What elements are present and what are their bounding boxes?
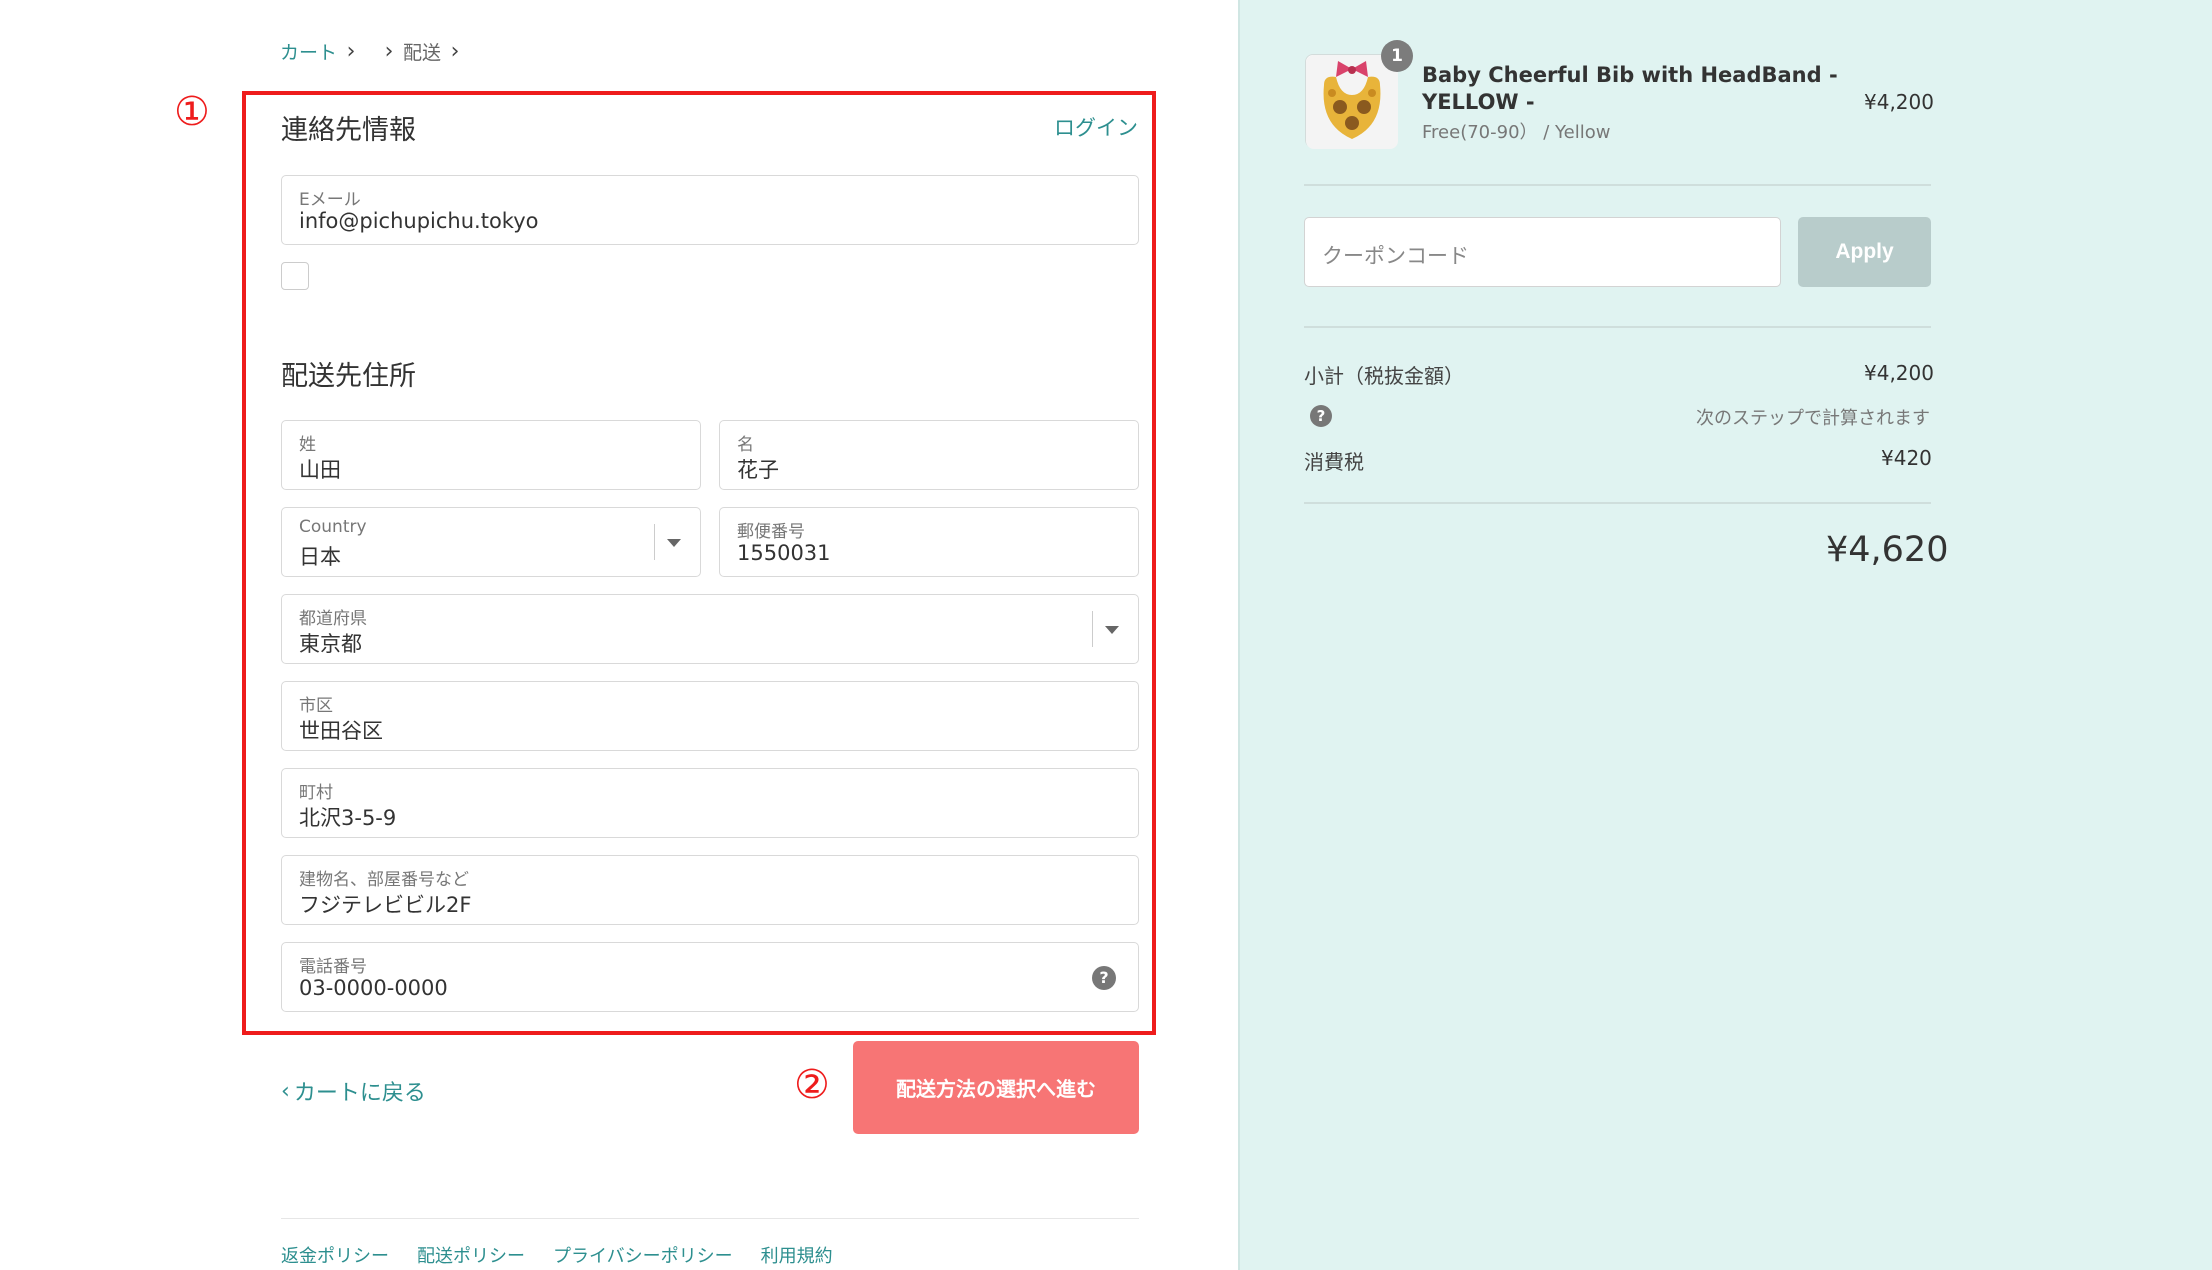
postal-code-value: 1550031 — [737, 541, 831, 565]
chevron-right-icon: › — [384, 39, 394, 64]
tax-value: ¥420 — [1881, 446, 1932, 470]
chevron-left-icon: ‹ — [281, 1078, 290, 1104]
postal-code-field[interactable]: 郵便番号 1550031 — [719, 507, 1139, 577]
privacy-policy-link[interactable]: プライバシーポリシー — [553, 1242, 733, 1268]
footer-divider — [281, 1218, 1139, 1219]
contact-section-title: 連絡先情報 — [281, 115, 416, 146]
email-label: Eメール — [299, 190, 361, 210]
town-field[interactable]: 町村 北沢3-5-9 — [281, 768, 1139, 838]
sidebar-divider — [1304, 502, 1931, 504]
last-name-value: 山田 — [299, 458, 341, 482]
bib-image — [1306, 55, 1398, 149]
terms-link[interactable]: 利用規約 — [761, 1242, 833, 1268]
refund-policy-link[interactable]: 返金ポリシー — [281, 1242, 389, 1268]
city-field[interactable]: 市区 世田谷区 — [281, 681, 1139, 751]
help-icon[interactable]: ? — [1092, 966, 1116, 990]
prefecture-value: 東京都 — [299, 632, 362, 656]
phone-label: 電話番号 — [299, 957, 367, 977]
back-to-cart-label: カートに戻る — [293, 1081, 426, 1106]
prefecture-label: 都道府県 — [299, 609, 367, 629]
chevron-right-icon: › — [450, 39, 460, 64]
apply-coupon-button[interactable]: Apply — [1798, 217, 1931, 287]
shipping-calculated-next-step: 次のステップで計算されます — [1696, 408, 1930, 429]
checkout-main: カート › › 配送 › ① 連絡先情報 ログイン Eメール info@pich… — [0, 0, 1238, 1270]
quantity-badge: 1 — [1381, 40, 1413, 72]
product-thumbnail — [1305, 54, 1398, 149]
email-field[interactable]: Eメール info@pichupichu.tokyo — [281, 175, 1139, 245]
help-icon[interactable]: ? — [1310, 405, 1332, 427]
chevron-down-icon — [667, 539, 681, 547]
last-name-field[interactable]: 姓 山田 — [281, 420, 701, 490]
first-name-value: 花子 — [737, 458, 779, 482]
subtotal-value: ¥4,200 — [1864, 361, 1934, 385]
town-value: 北沢3-5-9 — [299, 806, 397, 830]
product-name-line2: YELLOW - — [1422, 90, 1535, 114]
subtotal-label: 小計（税抜金額） — [1304, 364, 1464, 388]
breadcrumb: カート › › 配送 › — [280, 38, 469, 65]
email-value: info@pichupichu.tokyo — [299, 209, 539, 233]
login-link[interactable]: ログイン — [1054, 112, 1138, 142]
breadcrumb-cart-link[interactable]: カート — [280, 38, 337, 65]
footer-links: 返金ポリシー 配送ポリシー プライバシーポリシー 利用規約 — [281, 1242, 861, 1268]
country-label: Country — [299, 517, 367, 537]
building-value: フジテレビビル2F — [299, 893, 472, 917]
postal-code-label: 郵便番号 — [737, 522, 805, 542]
select-separator — [1092, 611, 1093, 647]
breadcrumb-shipping: 配送 — [403, 42, 442, 64]
building-field[interactable]: 建物名、部屋番号など フジテレビビル2F — [281, 855, 1139, 925]
sidebar-divider — [1304, 184, 1931, 186]
order-total: ¥4,620 — [1826, 530, 1949, 570]
country-select[interactable]: Country 日本 — [281, 507, 701, 577]
newsletter-checkbox[interactable] — [281, 262, 309, 290]
coupon-placeholder: クーポンコード — [1322, 244, 1469, 268]
annotation-marker-1: ① — [174, 89, 210, 135]
coupon-code-input[interactable]: クーポンコード — [1304, 217, 1781, 287]
city-value: 世田谷区 — [299, 719, 383, 743]
town-label: 町村 — [299, 783, 333, 803]
phone-field[interactable]: 電話番号 03-0000-0000 ? — [281, 942, 1139, 1012]
last-name-label: 姓 — [299, 435, 316, 455]
city-label: 市区 — [299, 696, 333, 716]
annotation-marker-2: ② — [794, 1062, 830, 1108]
select-separator — [654, 524, 655, 560]
chevron-down-icon — [1105, 626, 1119, 634]
product-price: ¥4,200 — [1864, 90, 1934, 114]
order-summary-sidebar — [1238, 0, 2212, 1270]
first-name-label: 名 — [737, 435, 754, 455]
building-label: 建物名、部屋番号など — [299, 870, 469, 890]
back-to-cart-link[interactable]: ‹ カートに戻る — [281, 1075, 426, 1107]
shipping-section-title: 配送先住所 — [281, 361, 416, 392]
chevron-right-icon: › — [346, 39, 356, 64]
continue-to-shipping-method-button[interactable]: 配送方法の選択へ進む — [853, 1041, 1139, 1134]
prefecture-select[interactable]: 都道府県 東京都 — [281, 594, 1139, 664]
product-name: Baby Cheerful Bib with HeadBand - YELLOW… — [1422, 62, 1838, 116]
product-name-line1: Baby Cheerful Bib with HeadBand - — [1422, 63, 1838, 87]
sidebar-divider — [1304, 326, 1931, 328]
tax-label: 消費税 — [1304, 450, 1364, 474]
product-variant: Free(70-90） / Yellow — [1422, 122, 1611, 143]
first-name-field[interactable]: 名 花子 — [719, 420, 1139, 490]
phone-value: 03-0000-0000 — [299, 976, 448, 1000]
country-value: 日本 — [299, 545, 341, 569]
shipping-policy-link[interactable]: 配送ポリシー — [417, 1242, 525, 1268]
